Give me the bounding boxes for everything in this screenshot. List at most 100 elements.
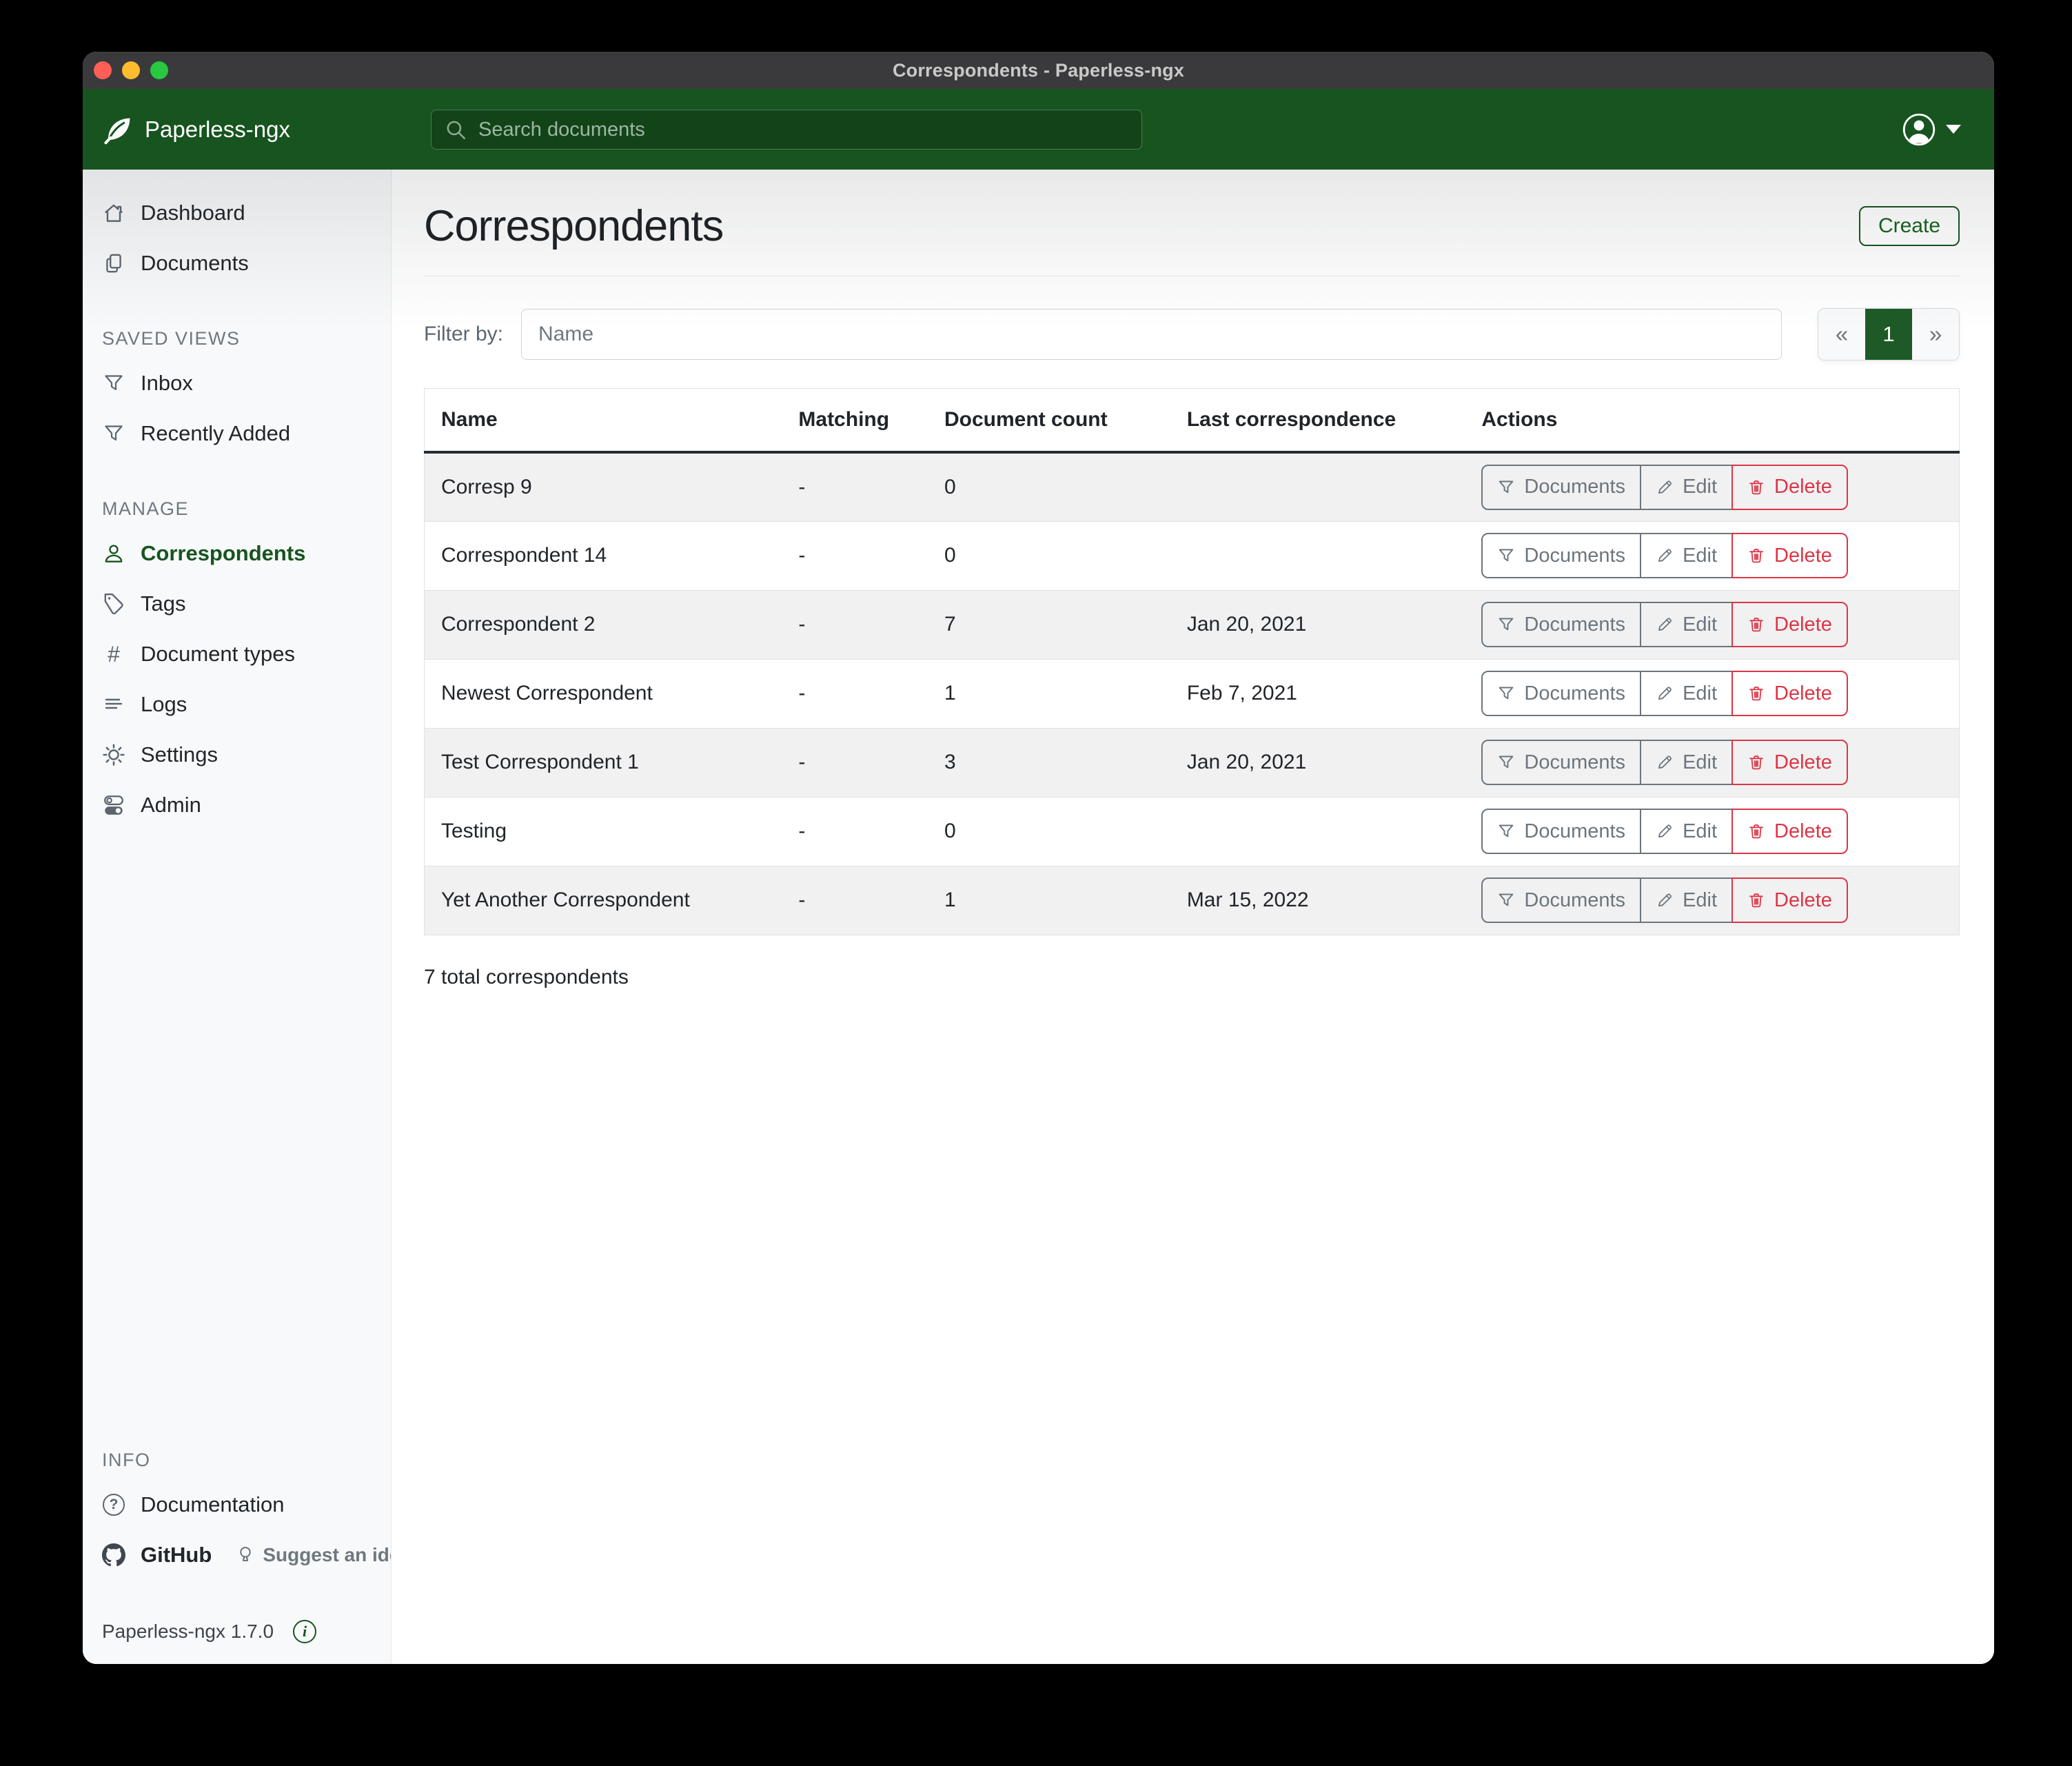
trash-icon (1747, 753, 1765, 771)
pagination-page-1[interactable]: 1 (1865, 309, 1912, 360)
fullscreen-window-button[interactable] (150, 61, 168, 79)
delete-button[interactable]: Delete (1731, 533, 1848, 578)
edit-button[interactable]: Edit (1640, 740, 1733, 785)
search-input[interactable] (477, 118, 1129, 142)
delete-button[interactable]: Delete (1731, 465, 1848, 510)
documents-button[interactable]: Documents (1481, 809, 1641, 854)
tag-icon (102, 592, 125, 616)
documents-button[interactable]: Documents (1481, 877, 1641, 923)
pagination-next-button[interactable]: » (1912, 309, 1959, 360)
document-count: 3 (928, 728, 1170, 797)
funnel-icon (1497, 547, 1515, 565)
trash-icon (1747, 891, 1765, 909)
last-correspondence (1170, 797, 1465, 866)
documents-button[interactable]: Documents (1481, 671, 1641, 716)
documents-button[interactable]: Documents (1481, 602, 1641, 647)
sidebar-item-tags[interactable]: Tags (83, 578, 391, 629)
funnel-icon (102, 372, 125, 395)
window-title: Correspondents - Paperless-ngx (893, 60, 1184, 81)
delete-button[interactable]: Delete (1731, 740, 1848, 785)
document-count: 0 (928, 521, 1170, 590)
correspondent-name: Corresp 9 (425, 452, 782, 521)
sidebar-item-label: Document types (141, 642, 295, 667)
row-actions: Documents Edit Delete (1481, 533, 1847, 578)
sidebar-item-logs[interactable]: Logs (83, 679, 391, 729)
correspondent-name: Test Correspondent 1 (425, 728, 782, 797)
sidebar-item-settings[interactable]: Settings (83, 729, 391, 780)
last-correspondence (1170, 452, 1465, 521)
pencil-icon (1656, 891, 1674, 909)
row-actions: Documents Edit Delete (1481, 877, 1847, 923)
create-button[interactable]: Create (1859, 206, 1960, 246)
funnel-icon (1497, 616, 1515, 633)
sidebar-item-inbox[interactable]: Inbox (83, 358, 391, 408)
sidebar-item-document-types[interactable]: # Document types (83, 629, 391, 679)
search-box (431, 110, 1142, 150)
sidebar: Dashboard Documents SAVED VIEWS (83, 170, 392, 1664)
last-correspondence (1170, 521, 1465, 590)
row-actions: Documents Edit Delete (1481, 465, 1847, 510)
documents-button[interactable]: Documents (1481, 465, 1641, 510)
page-title: Correspondents (424, 201, 723, 251)
correspondent-name: Yet Another Correspondent (425, 866, 782, 935)
close-window-button[interactable] (94, 61, 112, 79)
edit-button[interactable]: Edit (1640, 671, 1733, 716)
total-count-text: 7 total correspondents (424, 966, 1960, 989)
trash-icon (1747, 684, 1765, 702)
last-correspondence: Jan 20, 2021 (1170, 590, 1465, 659)
correspondent-name: Newest Correspondent (425, 659, 782, 728)
table-row: Correspondent 14 - 0 Documents (425, 521, 1960, 590)
funnel-icon (1497, 684, 1515, 702)
gear-icon (102, 743, 125, 767)
matching-value: - (782, 728, 928, 797)
caret-down-icon (1946, 125, 1961, 134)
delete-button[interactable]: Delete (1731, 602, 1848, 647)
matching-value: - (782, 866, 928, 935)
github-icon (102, 1543, 125, 1567)
pagination-prev-button[interactable]: « (1818, 309, 1865, 360)
edit-button[interactable]: Edit (1640, 602, 1733, 647)
sidebar-item-label: Documents (141, 251, 249, 276)
table-row: Test Correspondent 1 - 3 Jan 20, 2021 Do… (425, 728, 1960, 797)
brand[interactable]: Paperless-ngx (103, 114, 290, 145)
sidebar-item-label: GitHub (141, 1543, 212, 1567)
traffic-lights (94, 52, 168, 89)
edit-button[interactable]: Edit (1640, 465, 1733, 510)
documents-button[interactable]: Documents (1481, 533, 1641, 578)
minimize-window-button[interactable] (122, 61, 140, 79)
filter-name-input[interactable] (521, 309, 1782, 360)
sidebar-item-label: Logs (141, 692, 187, 717)
sidebar-item-recently-added[interactable]: Recently Added (83, 408, 391, 458)
suggest-idea-label: Suggest an idea (263, 1544, 392, 1566)
delete-button[interactable]: Delete (1731, 877, 1848, 923)
sidebar-item-suggest-idea[interactable]: Suggest an idea (235, 1544, 392, 1566)
manage-heading: MANAGE (102, 498, 391, 520)
app-navbar: Paperless-ngx (83, 89, 1994, 170)
column-header-matching: Matching (782, 389, 928, 453)
info-icon[interactable]: i (293, 1620, 316, 1643)
correspondent-name: Testing (425, 797, 782, 866)
app-window: Correspondents - Paperless-ngx Paperless… (83, 52, 1994, 1664)
table-row: Yet Another Correspondent - 1 Mar 15, 20… (425, 866, 1960, 935)
edit-button[interactable]: Edit (1640, 877, 1733, 923)
user-menu[interactable] (1902, 112, 1961, 147)
delete-button[interactable]: Delete (1731, 671, 1848, 716)
row-actions: Documents Edit Delete (1481, 602, 1847, 647)
sidebar-item-documents[interactable]: Documents (83, 238, 391, 288)
sidebar-item-admin[interactable]: Admin (83, 780, 391, 830)
text-lines-icon (102, 693, 125, 716)
delete-button[interactable]: Delete (1731, 809, 1848, 854)
funnel-icon (102, 422, 125, 445)
sidebar-item-documentation[interactable]: ? Documentation (83, 1479, 391, 1530)
sidebar-item-github[interactable]: GitHub (83, 1530, 212, 1580)
edit-button[interactable]: Edit (1640, 809, 1733, 854)
correspondent-name: Correspondent 2 (425, 590, 782, 659)
funnel-icon (1497, 891, 1515, 909)
row-actions: Documents Edit Delete (1481, 671, 1847, 716)
titlebar: Correspondents - Paperless-ngx (83, 52, 1994, 89)
sidebar-item-dashboard[interactable]: Dashboard (83, 187, 391, 238)
edit-button[interactable]: Edit (1640, 533, 1733, 578)
documents-button[interactable]: Documents (1481, 740, 1641, 785)
sidebar-item-correspondents[interactable]: Correspondents (83, 528, 391, 578)
sidebar-item-label: Dashboard (141, 201, 245, 225)
